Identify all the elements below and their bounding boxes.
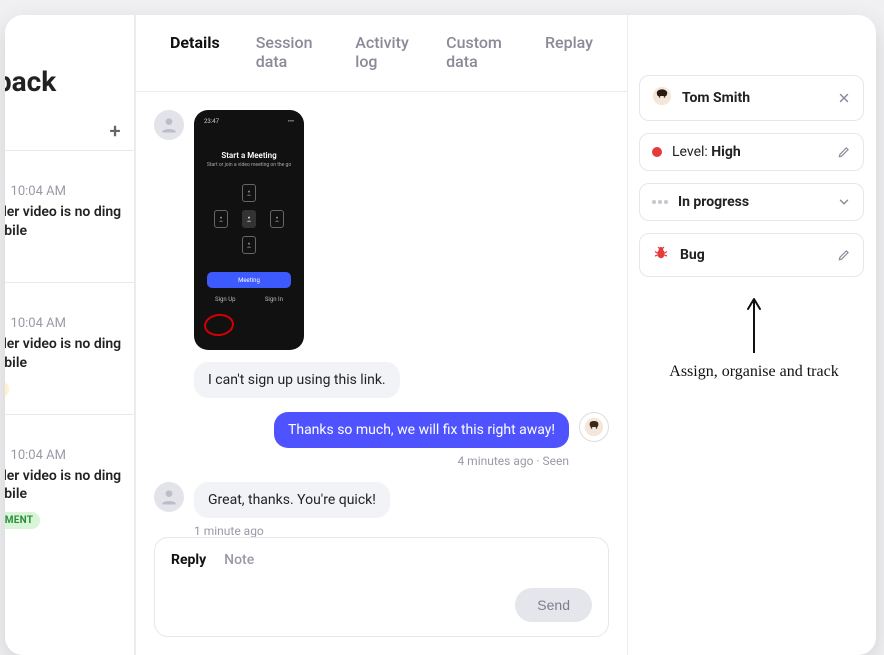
feedback-title: e header video is no ding on mobile <box>5 335 124 373</box>
edit-category-button[interactable] <box>837 248 851 262</box>
message-row: 23:47 ••• Start a Meeting Start or join a… <box>154 110 609 398</box>
priority-field[interactable]: Level: High <box>639 133 864 171</box>
phone-title: Start a Meeting <box>221 151 276 160</box>
feedback-id: #409 <box>5 297 124 312</box>
composer-tab-reply[interactable]: Reply <box>171 552 206 568</box>
send-button[interactable]: Send <box>515 588 592 622</box>
priority-dot-icon <box>652 147 662 157</box>
feedback-sidebar: edback 3 + #1 6, 2021 10:04 AM e header … <box>5 15 135 655</box>
phone-link-signup: Sign Up <box>215 296 235 303</box>
priority-label: Level: <box>672 144 711 160</box>
feedback-timestamp: 6, 2021 10:04 AM <box>5 448 124 463</box>
phone-subtitle: Start or join a video meeting on the go <box>207 162 291 168</box>
feedback-title: e header video is no ding on mobile <box>5 203 124 241</box>
phone-link-signin: Sign In <box>265 296 283 303</box>
attached-screenshot[interactable]: 23:47 ••• Start a Meeting Start or join a… <box>194 110 304 350</box>
handwritten-annotation: Assign, organise and track <box>654 295 854 381</box>
feedback-item[interactable]: #409 6, 2021 10:04 AM e header video is … <box>5 282 134 414</box>
category-value: Bug <box>680 247 705 263</box>
feedback-id: #397 <box>5 429 124 444</box>
status-dropdown-toggle[interactable] <box>837 195 851 209</box>
detail-pane: Details Session data Activity log Custom… <box>135 15 628 655</box>
assignee-field[interactable]: Tom Smith <box>639 75 864 121</box>
avatar-placeholder-icon <box>154 110 184 140</box>
message-row: Thanks so much, we will fix this right a… <box>154 412 609 468</box>
message-bubble-reply: Thanks so much, we will fix this right a… <box>274 412 569 448</box>
feedback-id: #1 <box>5 165 124 180</box>
message-meta: 4 minutes ago · Seen <box>457 454 569 468</box>
phone-primary-button: Meeting <box>207 272 291 288</box>
chip-waiting: ATING <box>5 381 9 398</box>
feedback-timestamp: 6, 2021 10:04 AM <box>5 316 124 331</box>
status-value: In progress <box>678 194 749 210</box>
feedback-title: e header video is no ding on mobile <box>5 467 124 505</box>
tab-custom-data[interactable]: Custom data <box>428 15 527 91</box>
composer-tab-note[interactable]: Note <box>224 552 254 568</box>
message-row: Great, thanks. You're quick! 1 minute ag… <box>154 482 609 537</box>
clear-assignee-button[interactable] <box>837 91 851 105</box>
message-bubble: I can't sign up using this link. <box>194 362 400 398</box>
feedback-timestamp: 6, 2021 10:04 AM <box>5 184 124 199</box>
annotation-circle <box>203 312 235 337</box>
assignee-name: Tom Smith <box>682 90 750 106</box>
avatar-icon <box>652 86 672 110</box>
tab-replay[interactable]: Replay <box>527 15 611 91</box>
phone-status-icons: ••• <box>288 118 294 125</box>
avatar-placeholder-icon <box>154 482 184 512</box>
message-bubble: Great, thanks. You're quick! <box>194 482 390 518</box>
message-meta: 1 minute ago <box>194 524 264 537</box>
reply-composer[interactable]: Reply Note Send <box>154 537 609 637</box>
feedback-item[interactable]: #397 6, 2021 10:04 AM e header video is … <box>5 414 134 546</box>
properties-panel: Tom Smith Level: High In progress Bug <box>639 75 864 277</box>
annotation-text: Assign, organise and track <box>654 363 854 381</box>
tab-activity-log[interactable]: Activity log <box>337 15 428 91</box>
phone-status-time: 23:47 <box>204 118 219 125</box>
avatar-agent <box>579 412 609 442</box>
sidebar-heading: edback <box>5 65 134 98</box>
bug-icon <box>652 244 670 266</box>
status-field[interactable]: In progress <box>639 183 864 221</box>
edit-priority-button[interactable] <box>837 145 851 159</box>
plus-icon[interactable]: + <box>106 122 124 140</box>
status-dots-icon <box>652 200 668 204</box>
conversation-thread: 23:47 ••• Start a Meeting Start or join a… <box>136 92 627 537</box>
chip-improvement: PROVEMENT <box>5 512 40 529</box>
tab-session-data[interactable]: Session data <box>238 15 338 91</box>
arrow-icon <box>744 295 764 355</box>
feedback-item[interactable]: #1 6, 2021 10:04 AM e header video is no… <box>5 150 134 282</box>
priority-value: High <box>711 144 740 160</box>
category-field[interactable]: Bug <box>639 233 864 277</box>
tab-details[interactable]: Details <box>152 15 238 91</box>
phone-graphic <box>214 184 284 254</box>
detail-tabs: Details Session data Activity log Custom… <box>136 15 627 92</box>
